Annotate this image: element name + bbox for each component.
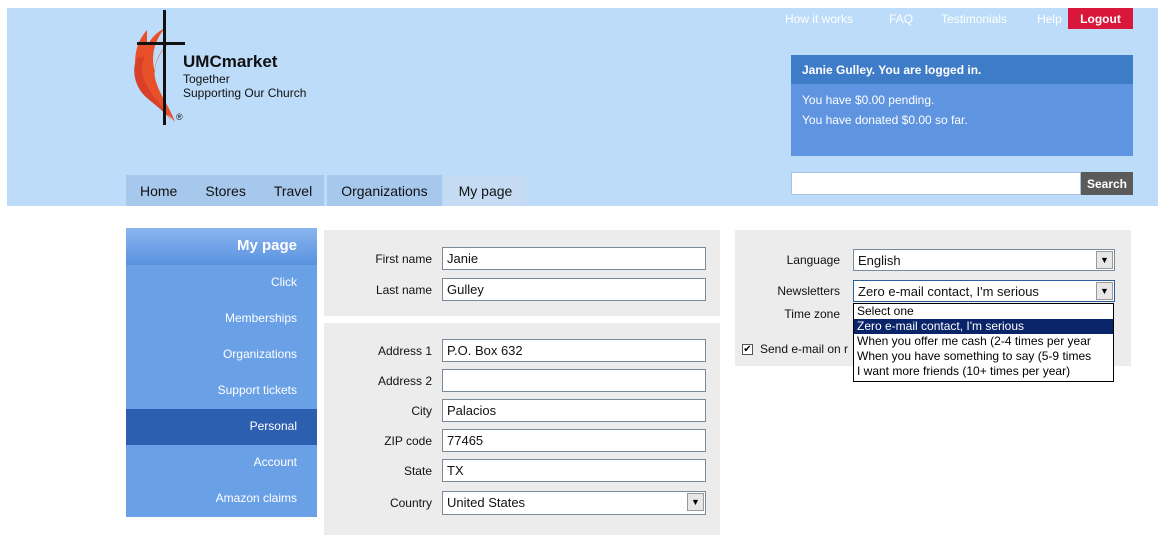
page: UMCmarket Together Supporting Our Church…: [0, 0, 1165, 535]
topnav-help[interactable]: Help: [1037, 12, 1062, 26]
registered-mark: ®: [176, 112, 183, 122]
first-name-input[interactable]: Janie: [442, 247, 706, 270]
donated-amount: You have donated $0.00 so far.: [802, 113, 968, 127]
tab-stores[interactable]: Stores: [191, 175, 260, 206]
send-email-label: Send e-mail on r: [760, 342, 849, 356]
pending-amount: You have $0.00 pending.: [802, 93, 935, 107]
sidebar-item-amazon-claims[interactable]: Amazon claims: [126, 481, 317, 517]
language-select-value: English: [858, 253, 901, 268]
search-input[interactable]: [791, 172, 1081, 195]
address1-label: Address 1: [377, 343, 432, 358]
newsletters-select-value: Zero e-mail contact, I'm serious: [858, 284, 1039, 299]
topnav-testimonials[interactable]: Testimonials: [941, 12, 1007, 26]
brand-name: UMCmarket: [183, 52, 278, 71]
top-nav: How it works FAQ Testimonials Help: [785, 8, 1084, 30]
brand: UMCmarket Together Supporting Our Church: [183, 52, 306, 100]
country-select[interactable]: United States ▼: [442, 491, 706, 515]
newsletters-label: Newsletters: [777, 284, 840, 298]
first-name-row: First name Janie: [340, 247, 706, 270]
sidebar-item-account[interactable]: Account: [126, 445, 317, 481]
sidebar-heading: My page: [126, 228, 317, 265]
sidebar-item-organizations[interactable]: Organizations: [126, 337, 317, 373]
cross-and-flame-logo[interactable]: [125, 10, 185, 125]
newsletter-option[interactable]: When you offer me cash (2-4 times per ye…: [854, 334, 1113, 349]
tab-travel[interactable]: Travel: [259, 175, 325, 206]
newsletter-option-highlighted[interactable]: Zero e-mail contact, I'm serious: [854, 319, 1113, 334]
sidebar-item-personal[interactable]: Personal: [126, 409, 317, 445]
sidebar: My page Click Memberships Organizations …: [126, 228, 317, 517]
newsletter-option[interactable]: When you have something to say (5-9 time…: [854, 349, 1113, 364]
newsletter-option[interactable]: I want more friends (10+ times per year): [854, 364, 1113, 379]
login-status-box: Janie Gulley. You are logged in. You hav…: [791, 55, 1133, 156]
country-row: Country United States ▼: [340, 491, 706, 515]
last-name-label: Last name: [375, 282, 432, 297]
country-select-value: United States: [447, 495, 526, 510]
newsletters-select[interactable]: Zero e-mail contact, I'm serious ▼: [853, 280, 1115, 302]
chevron-down-icon[interactable]: ▼: [687, 493, 704, 511]
logout-button[interactable]: Logout: [1068, 8, 1133, 29]
zip-row: ZIP code 77465: [340, 429, 706, 452]
newsletter-option[interactable]: Select one: [854, 304, 1113, 319]
language-row: Language English ▼: [745, 249, 1115, 271]
tab-organizations[interactable]: Organizations: [327, 175, 442, 206]
login-heading: Janie Gulley. You are logged in.: [791, 55, 1133, 84]
state-label: State: [403, 463, 432, 478]
city-input[interactable]: Palacios: [442, 399, 706, 422]
brand-tagline-2: Supporting Our Church: [183, 86, 307, 100]
send-email-row: ✔ Send e-mail on r: [742, 342, 848, 356]
brand-tagline-1: Together: [183, 72, 230, 86]
city-row: City Palacios: [340, 399, 706, 422]
newsletters-row: Newsletters Zero e-mail contact, I'm ser…: [745, 280, 1115, 302]
address2-label: Address 2: [377, 373, 432, 388]
state-row: State TX: [340, 459, 706, 482]
state-input[interactable]: TX: [442, 459, 706, 482]
search-button[interactable]: Search: [1081, 172, 1133, 195]
tab-my-page[interactable]: My page: [444, 175, 527, 206]
sidebar-item-memberships[interactable]: Memberships: [126, 301, 317, 337]
chevron-down-icon[interactable]: ▼: [1096, 251, 1113, 269]
address1-row: Address 1 P.O. Box 632: [340, 339, 706, 362]
topnav-faq[interactable]: FAQ: [889, 12, 913, 26]
tab-home[interactable]: Home: [126, 175, 192, 206]
language-label: Language: [786, 253, 840, 267]
last-name-input[interactable]: Gulley: [442, 278, 706, 301]
zip-label: ZIP code: [384, 433, 432, 448]
sidebar-item-click[interactable]: Click: [126, 265, 317, 301]
main-nav: Home Stores Travel Organizations My page: [126, 175, 527, 206]
address2-row: Address 2: [340, 369, 706, 392]
country-label: Country: [389, 496, 432, 510]
sidebar-item-support-tickets[interactable]: Support tickets: [126, 373, 317, 409]
last-name-row: Last name Gulley: [340, 278, 706, 301]
address1-input[interactable]: P.O. Box 632: [442, 339, 706, 362]
language-select[interactable]: English ▼: [853, 249, 1115, 271]
newsletters-dropdown-list[interactable]: Select one Zero e-mail contact, I'm seri…: [853, 303, 1114, 382]
topnav-how-it-works[interactable]: How it works: [785, 12, 853, 26]
zip-input[interactable]: 77465: [442, 429, 706, 452]
name-panel: [324, 230, 720, 316]
first-name-label: First name: [375, 251, 432, 266]
city-label: City: [411, 403, 432, 418]
send-email-checkbox[interactable]: ✔: [742, 343, 753, 355]
address2-input[interactable]: [442, 369, 706, 392]
chevron-down-icon[interactable]: ▼: [1096, 282, 1113, 300]
timezone-row: Time zone: [745, 307, 840, 321]
timezone-label: Time zone: [784, 307, 840, 321]
